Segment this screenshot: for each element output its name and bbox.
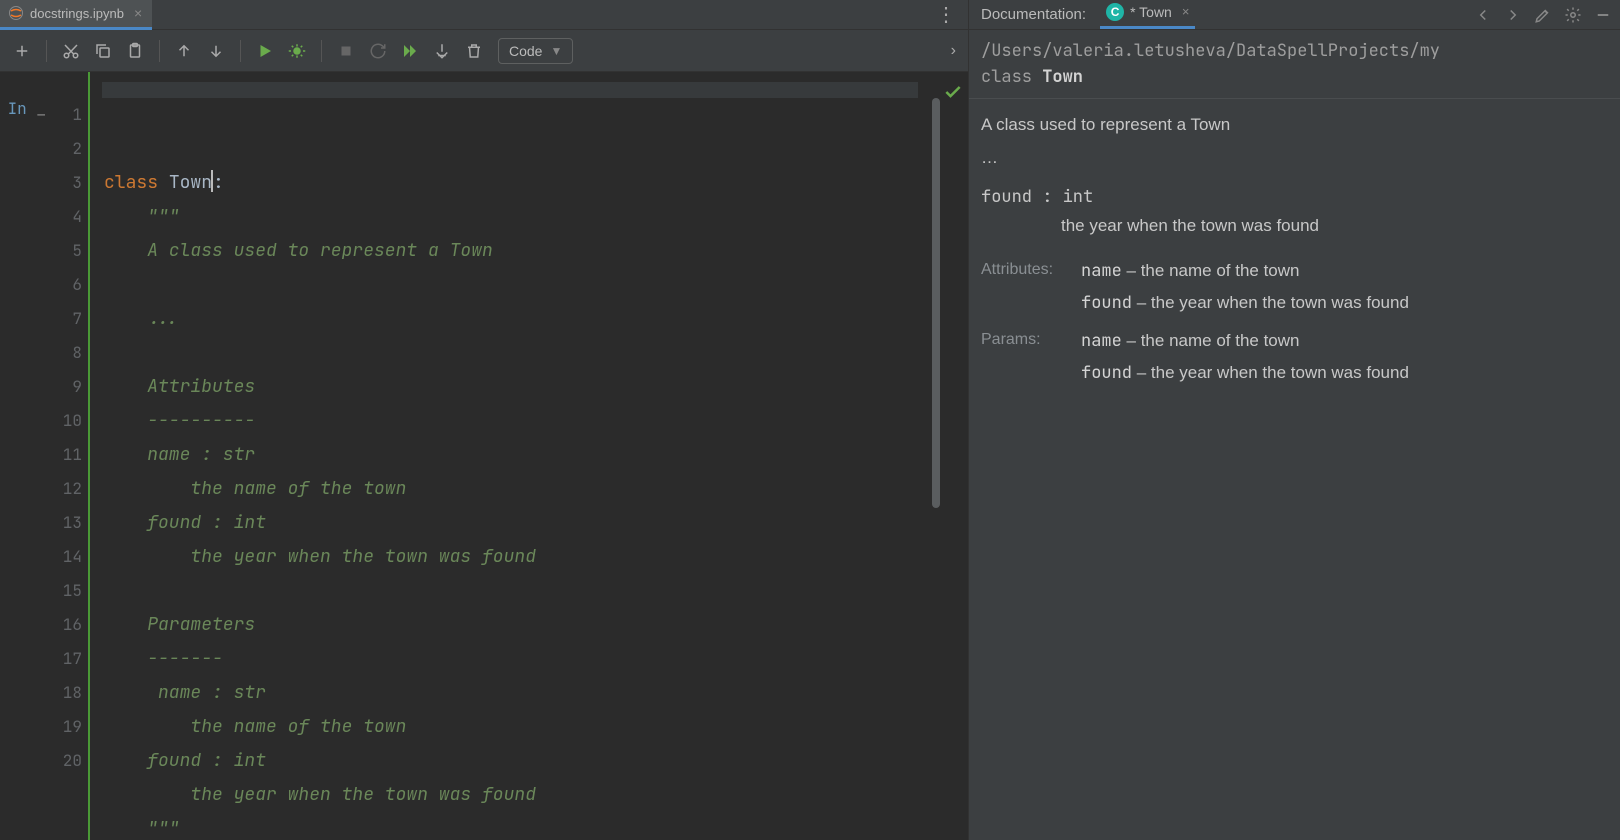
close-icon[interactable]: × [134, 5, 142, 21]
cell-prompt: In _ [0, 72, 46, 840]
inspection-status[interactable] [938, 72, 968, 840]
cell-type-dropdown[interactable]: Code ▼ [498, 38, 573, 64]
editor-tab-label: docstrings.ipynb [30, 6, 124, 21]
editor-tab-bar: docstrings.ipynb × ⋮ [0, 0, 968, 30]
doc-params-label: Params: [981, 327, 1081, 391]
doc-attributes-label: Attributes: [981, 257, 1081, 321]
add-cell-button[interactable] [8, 37, 36, 65]
documentation-panel: Documentation: C * Town × /Users/valeria… [968, 0, 1620, 840]
delete-button[interactable] [460, 37, 488, 65]
doc-body: A class used to represent a Town … found… [969, 99, 1620, 404]
restart-button[interactable] [364, 37, 392, 65]
paste-button[interactable] [121, 37, 149, 65]
copy-button[interactable] [89, 37, 117, 65]
text-cursor [211, 170, 213, 192]
stop-button[interactable] [332, 37, 360, 65]
arrow-right-icon[interactable] [1504, 6, 1522, 24]
doc-file-path: /Users/valeria.letusheva/DataSpellProjec… [969, 30, 1620, 64]
scrollbar-thumb[interactable] [932, 98, 940, 508]
chevron-down-icon: ▼ [550, 44, 562, 58]
cut-button[interactable] [57, 37, 85, 65]
tab-overflow-icon[interactable]: ⋮ [936, 2, 956, 27]
run-cell-button[interactable] [251, 37, 279, 65]
jupyter-icon [8, 5, 24, 21]
run-all-button[interactable] [396, 37, 424, 65]
code-editor[interactable]: In _ 1 2 3 4 5 6 7 8 9 10 11 12 13 14 [0, 72, 968, 840]
edit-icon[interactable] [1534, 6, 1552, 24]
move-up-button[interactable] [170, 37, 198, 65]
editor-tab-docstrings[interactable]: docstrings.ipynb × [0, 0, 152, 30]
doc-panel-title: Documentation: [981, 6, 1086, 23]
code-content[interactable]: class Town: """ A class used to represen… [102, 72, 938, 840]
line-number-gutter: 1 2 3 4 5 6 7 8 9 10 11 12 13 14 15 16 1 [46, 72, 88, 840]
minimize-icon[interactable] [1594, 6, 1612, 24]
gear-icon[interactable] [1564, 6, 1582, 24]
doc-summary: A class used to represent a Town [981, 111, 1608, 138]
doc-tab-town[interactable]: C * Town × [1100, 1, 1195, 29]
fold-gutter[interactable] [88, 72, 102, 840]
move-down-button[interactable] [202, 37, 230, 65]
doc-class-signature: class Town [969, 64, 1620, 98]
debug-button[interactable] [283, 37, 311, 65]
notebook-toolbar: Code ▼ › [0, 30, 968, 72]
class-badge-icon: C [1106, 3, 1124, 21]
cell-type-label: Code [509, 43, 542, 59]
clear-outputs-button[interactable] [428, 37, 456, 65]
toolbar-overflow-icon[interactable]: › [951, 42, 956, 60]
checkmark-icon [943, 82, 963, 102]
close-icon[interactable]: × [1182, 4, 1190, 19]
arrow-left-icon[interactable] [1474, 6, 1492, 24]
